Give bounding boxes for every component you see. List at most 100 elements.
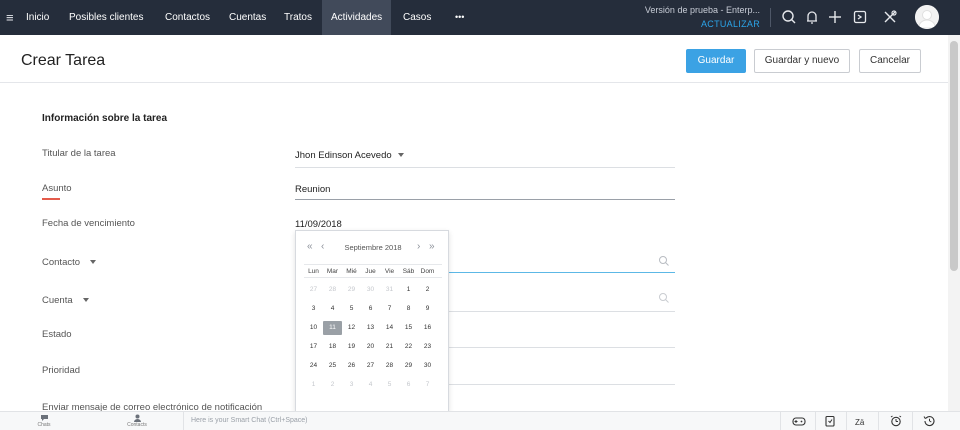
user-avatar[interactable]: [915, 5, 939, 29]
required-indicator: [42, 198, 60, 200]
date-cell[interactable]: 13: [361, 321, 380, 335]
selected-date-cell[interactable]: 11: [323, 321, 342, 335]
page-header: Crear Tarea Guardar Guardar y nuevo Canc…: [0, 35, 948, 83]
contact-label[interactable]: Contacto: [42, 257, 97, 268]
subject-underline: [295, 199, 675, 200]
date-cell[interactable]: 1: [399, 283, 418, 297]
next-year-icon[interactable]: »: [429, 241, 435, 252]
date-cell[interactable]: 7: [380, 302, 399, 316]
date-cell[interactable]: 24: [304, 359, 323, 373]
date-cell[interactable]: 10: [304, 321, 323, 335]
date-cell[interactable]: 8: [399, 302, 418, 316]
alarm-clock-icon[interactable]: [889, 415, 903, 427]
date-cell[interactable]: 27: [304, 283, 323, 297]
date-cell[interactable]: 16: [418, 321, 437, 335]
date-cell[interactable]: 19: [342, 340, 361, 354]
date-cell[interactable]: 2: [323, 378, 342, 392]
date-cell[interactable]: 5: [342, 302, 361, 316]
date-cell[interactable]: 28: [380, 359, 399, 373]
page-scrollbar[interactable]: [948, 35, 960, 411]
date-cell[interactable]: 29: [399, 359, 418, 373]
date-cell[interactable]: 4: [361, 378, 380, 392]
nav-more-button[interactable]: •••: [455, 0, 464, 35]
date-cell[interactable]: 23: [418, 340, 437, 354]
nav-item-posibles-clientes[interactable]: Posibles clientes: [69, 0, 143, 35]
date-cell[interactable]: 4: [323, 302, 342, 316]
plus-icon[interactable]: [826, 8, 844, 26]
hamburger-menu-icon[interactable]: ≡: [6, 10, 14, 25]
subject-input[interactable]: Reunion: [295, 184, 330, 195]
date-cell[interactable]: 22: [399, 340, 418, 354]
person-icon: [133, 414, 141, 422]
account-label[interactable]: Cuenta: [42, 295, 89, 306]
calendar-icon[interactable]: [851, 8, 869, 26]
bottom-bar: Chats Contacts Here is your Smart Chat (…: [0, 411, 960, 430]
cancel-button[interactable]: Cancelar: [859, 49, 921, 73]
date-cell[interactable]: 28: [323, 283, 342, 297]
date-cell[interactable]: 25: [323, 359, 342, 373]
date-cell[interactable]: 18: [323, 340, 342, 354]
contacts-button[interactable]: Contacts: [122, 414, 152, 428]
chevron-down-icon: [90, 260, 97, 265]
chats-button[interactable]: Chats: [29, 414, 59, 428]
date-cell[interactable]: 3: [342, 378, 361, 392]
nav-item-actividades[interactable]: Actividades: [322, 0, 392, 35]
smart-chat-input[interactable]: Here is your Smart Chat (Ctrl+Space): [183, 412, 308, 430]
date-cell[interactable]: 20: [361, 340, 380, 354]
save-button[interactable]: Guardar: [686, 49, 746, 73]
nav-item-casos[interactable]: Casos: [403, 0, 431, 35]
date-cell[interactable]: 7: [418, 378, 437, 392]
date-cell[interactable]: 30: [418, 359, 437, 373]
date-cell[interactable]: 27: [361, 359, 380, 373]
due-date-input[interactable]: 11/09/2018: [295, 219, 342, 230]
search-icon[interactable]: [658, 255, 670, 267]
date-cell[interactable]: 26: [342, 359, 361, 373]
date-picker-month: Septiembre 2018: [344, 243, 402, 252]
weekday-label: Sáb: [402, 268, 415, 275]
date-cell[interactable]: 15: [399, 321, 418, 335]
history-icon[interactable]: [922, 415, 936, 427]
date-cell[interactable]: 21: [380, 340, 399, 354]
prev-month-icon[interactable]: ‹: [321, 241, 324, 252]
weekday-header-row: Lun Mar Mié Jue Vie Sáb Dom: [304, 264, 442, 278]
date-cell[interactable]: 14: [380, 321, 399, 335]
save-and-new-button[interactable]: Guardar y nuevo: [754, 49, 850, 73]
task-owner-field[interactable]: Jhon Edinson Acevedo: [295, 150, 404, 161]
date-cell[interactable]: 6: [361, 302, 380, 316]
date-cell[interactable]: 9: [418, 302, 437, 316]
date-cell[interactable]: 1: [304, 378, 323, 392]
clipboard-icon[interactable]: [823, 415, 837, 427]
date-cell[interactable]: 12: [342, 321, 361, 335]
due-date-label: Fecha de vencimiento: [42, 218, 135, 229]
nav-item-tratos[interactable]: Tratos: [284, 0, 312, 35]
next-month-icon[interactable]: ›: [417, 241, 420, 252]
contacts-label: Contacts: [127, 422, 147, 428]
prev-year-icon[interactable]: «: [307, 241, 313, 252]
gamepad-icon[interactable]: [792, 415, 806, 427]
weekday-label: Jue: [365, 268, 376, 275]
search-icon[interactable]: [658, 292, 670, 304]
date-cell[interactable]: 31: [380, 283, 399, 297]
date-cell[interactable]: 30: [361, 283, 380, 297]
divider: [295, 167, 675, 168]
date-cell[interactable]: 17: [304, 340, 323, 354]
top-navigation-bar: ≡ Inicio Posibles clientes Contactos Cue…: [0, 0, 960, 35]
scrollbar-thumb[interactable]: [950, 41, 958, 271]
date-cell[interactable]: 3: [304, 302, 323, 316]
date-cell[interactable]: 29: [342, 283, 361, 297]
date-cell[interactable]: 5: [380, 378, 399, 392]
date-cell[interactable]: 6: [399, 378, 418, 392]
nav-item-cuentas[interactable]: Cuentas: [229, 0, 266, 35]
chevron-down-icon: [82, 298, 89, 303]
translate-icon[interactable]: Zä: [855, 415, 869, 427]
bottom-divider: [780, 412, 781, 430]
tools-icon[interactable]: [881, 8, 899, 26]
upgrade-link[interactable]: ACTUALIZAR: [701, 19, 760, 29]
nav-item-contactos[interactable]: Contactos: [165, 0, 210, 35]
task-owner-label: Titular de la tarea: [42, 148, 116, 159]
search-icon[interactable]: [780, 8, 798, 26]
nav-item-inicio[interactable]: Inicio: [26, 0, 49, 35]
svg-text:Zä: Zä: [855, 418, 865, 427]
date-cell[interactable]: 2: [418, 283, 437, 297]
bell-icon[interactable]: [803, 8, 821, 26]
